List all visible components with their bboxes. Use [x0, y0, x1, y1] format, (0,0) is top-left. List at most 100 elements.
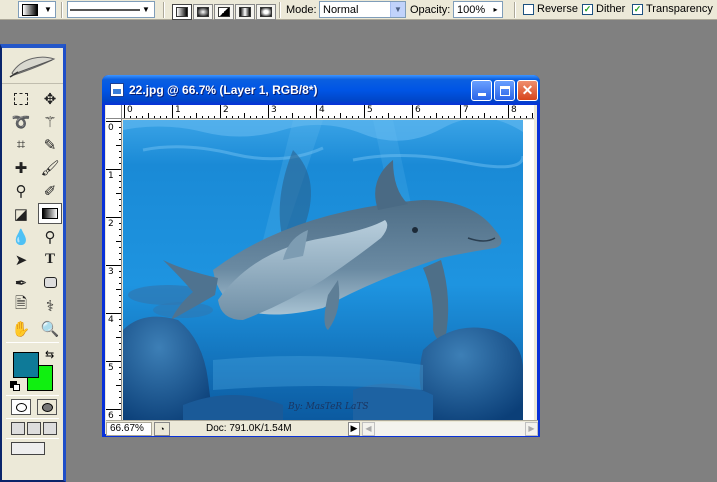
standard-mode-button[interactable] — [11, 399, 31, 415]
reverse-checkbox[interactable]: Reverse — [523, 3, 578, 15]
horizontal-scrollbar[interactable]: ◀ ▶ — [362, 421, 538, 436]
quick-mask-button[interactable] — [37, 399, 57, 415]
type-tool[interactable]: T — [38, 249, 62, 270]
toolbox-header[interactable] — [2, 48, 63, 84]
diamond-gradient-button[interactable] — [256, 4, 276, 20]
vertical-ruler[interactable]: 0 1 2 3 4 5 6 — [106, 119, 122, 420]
ruler-tick — [508, 105, 509, 118]
move-tool[interactable]: ✥ — [38, 88, 62, 109]
full-screen-menu-mode-icon[interactable] — [27, 422, 41, 435]
horizontal-ruler[interactable]: 0 1 2 3 4 5 6 7 8 — [122, 105, 534, 119]
jump-to-imageready-icon[interactable] — [11, 442, 45, 455]
ruler-tick — [364, 105, 365, 118]
blur-tool[interactable]: 💧 — [9, 226, 33, 247]
brush-tool[interactable]: 🖌 — [38, 157, 62, 178]
crop-tool[interactable]: ⌗ — [9, 134, 33, 155]
maximize-button[interactable] — [494, 80, 515, 101]
dodge-icon: ⚲ — [44, 228, 56, 246]
canvas-pasteboard — [523, 120, 534, 420]
document-title-bar[interactable]: 22.jpg @ 66.7% (Layer 1, RGB/8*) ✕ — [102, 75, 540, 105]
clone-stamp-tool[interactable]: ⚲ — [9, 180, 33, 201]
gradient-tool[interactable] — [38, 203, 62, 224]
history-brush-icon: ✐ — [43, 182, 57, 200]
notes-tool[interactable]: 🗎 — [9, 295, 33, 316]
ruler-origin[interactable] — [106, 105, 122, 119]
dodge-tool[interactable]: ⚲ — [38, 226, 62, 247]
tool-grid: ✥ ➰ ⚚ ⌗ ✎ ✚ 🖌 ⚲ ✐ ◪ 💧 ⚲ ➤ T ✒ 🗎 ⚕ ✋ 🔍 — [2, 84, 63, 339]
zoom-field[interactable]: 66.67% — [106, 421, 152, 436]
gradient-picker[interactable]: ▼ — [67, 1, 155, 18]
opacity-value[interactable]: 100% — [454, 4, 489, 16]
scroll-track[interactable] — [375, 421, 525, 436]
shape-tool[interactable] — [38, 272, 62, 293]
chevron-right-icon[interactable]: ▸ — [489, 2, 502, 17]
radial-gradient-button[interactable] — [193, 4, 213, 20]
ruler-minor-tick — [119, 307, 121, 308]
chevron-down-icon[interactable]: ▼ — [390, 2, 405, 17]
lasso-tool[interactable]: ➰ — [9, 111, 33, 132]
minimize-button[interactable] — [471, 80, 492, 101]
ruler-minor-tick — [119, 259, 121, 260]
minimize-icon — [477, 93, 486, 96]
dither-checkbox[interactable]: ✓ Dither — [582, 3, 625, 15]
eyedropper-tool[interactable]: ⚕ — [38, 295, 62, 316]
ruler-number: 5 — [367, 105, 373, 115]
ruler-minor-tick — [119, 319, 121, 320]
magic-wand-tool[interactable]: ⚚ — [38, 111, 62, 132]
ruler-minor-tick — [119, 349, 121, 350]
ruler-minor-tick — [502, 116, 503, 118]
status-menu-arrow-icon[interactable]: ▶ — [348, 421, 360, 436]
status-options-icon[interactable]: ◔ — [154, 421, 170, 436]
linear-gradient-button[interactable] — [172, 4, 192, 20]
ruler-minor-tick — [136, 116, 137, 118]
full-screen-mode-icon[interactable] — [43, 422, 57, 435]
close-button[interactable]: ✕ — [517, 80, 538, 101]
mode-select[interactable]: Normal ▼ — [319, 1, 406, 18]
ruler-minor-tick — [116, 289, 121, 290]
tool-preset-picker[interactable]: ▼ — [18, 1, 56, 18]
foreground-color-swatch[interactable] — [13, 352, 39, 378]
separator — [514, 2, 516, 18]
ruler-minor-tick — [116, 337, 121, 338]
separator — [6, 438, 59, 439]
angle-gradient-button[interactable] — [214, 4, 234, 20]
swap-colors-icon[interactable]: ⇆ — [45, 348, 54, 361]
reflected-gradient-button[interactable] — [235, 4, 255, 20]
ruler-minor-tick — [526, 116, 527, 118]
ruler-minor-tick — [262, 116, 263, 118]
scroll-left-icon[interactable]: ◀ — [362, 421, 375, 436]
chevron-down-icon: ▼ — [142, 5, 150, 14]
ruler-minor-tick — [424, 116, 425, 118]
slice-tool[interactable]: ✎ — [38, 134, 62, 155]
ruler-minor-tick — [454, 116, 455, 118]
healing-brush-tool[interactable]: ✚ — [9, 157, 33, 178]
ruler-minor-tick — [116, 193, 121, 194]
standard-screen-mode-icon[interactable] — [11, 422, 25, 435]
transparency-checkbox[interactable]: ✓ Transparency — [632, 3, 713, 15]
ruler-tick — [106, 265, 121, 266]
eraser-tool[interactable]: ◪ — [9, 203, 33, 224]
ruler-minor-tick — [232, 116, 233, 118]
ruler-minor-tick — [490, 116, 491, 118]
image-canvas[interactable]: By: MasTeR LaTS — [123, 120, 523, 420]
ruler-minor-tick — [119, 247, 121, 248]
ruler-minor-tick — [280, 116, 281, 118]
history-brush-tool[interactable]: ✐ — [38, 180, 62, 201]
slice-icon: ✎ — [43, 136, 57, 154]
ruler-tick — [124, 105, 125, 118]
ruler-minor-tick — [376, 116, 377, 118]
zoom-tool[interactable]: 🔍 — [38, 318, 62, 339]
checkmark-icon: ✓ — [582, 3, 593, 15]
ruler-tick — [106, 361, 121, 362]
default-colors-icon[interactable] — [10, 381, 20, 391]
scroll-right-icon[interactable]: ▶ — [525, 421, 538, 436]
marquee-tool[interactable] — [9, 88, 33, 109]
pen-tool[interactable]: ✒ — [9, 272, 33, 293]
ruler-minor-tick — [520, 116, 521, 118]
path-selection-tool[interactable]: ➤ — [9, 249, 33, 270]
opacity-field[interactable]: 100% ▸ — [453, 1, 503, 18]
ruler-number: 8 — [511, 105, 517, 115]
ruler-minor-tick — [119, 301, 121, 302]
opacity-label: Opacity: — [410, 4, 451, 16]
hand-tool[interactable]: ✋ — [9, 318, 33, 339]
